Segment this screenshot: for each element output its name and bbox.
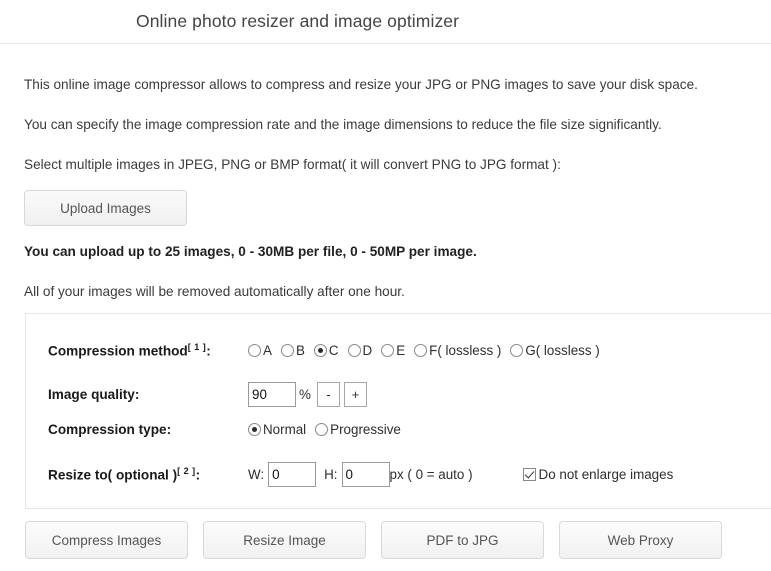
compression-method-colon: :	[206, 343, 211, 359]
radio-circle-icon[interactable]	[248, 343, 261, 357]
radio-label: D	[362, 342, 373, 358]
pdf-to-jpg-button[interactable]: PDF to JPG	[381, 521, 544, 559]
radio-label: A	[263, 342, 272, 358]
radio-circle-icon[interactable]	[315, 423, 329, 436]
resize-to-label: Resize to( optional )[ 2 ]:	[48, 466, 248, 483]
image-quality-label: Image quality:	[48, 387, 140, 402]
resize-unit-note: px ( 0 = auto )	[389, 467, 473, 482]
do-not-enlarge-checkbox-wrap[interactable]: Do not enlarge images	[522, 467, 674, 482]
radio-circle-selected-icon[interactable]	[248, 423, 261, 436]
radio-circle-icon[interactable]	[280, 343, 294, 357]
resize-width-input[interactable]	[268, 462, 317, 487]
intro-line-3: Select multiple images in JPEG, PNG or B…	[24, 157, 561, 172]
do-not-enlarge-label: Do not enlarge images	[538, 467, 674, 482]
radio-label: G( lossless )	[525, 342, 600, 358]
compression-method-row: Compression method[ 1 ]: A B C D E F( lo…	[48, 342, 609, 359]
radio-label: C	[328, 342, 339, 358]
radio-label: B	[295, 342, 305, 358]
radio-option-method-c[interactable]: C	[313, 342, 339, 358]
radio-label: Progressive	[330, 422, 401, 437]
percent-unit-label: %	[299, 387, 311, 402]
radio-option-type-progressive[interactable]: Progressive	[315, 422, 401, 437]
radio-option-method-e[interactable]: E	[381, 343, 405, 358]
compression-method-label-text: Compression method	[48, 343, 188, 359]
radio-circle-icon[interactable]	[381, 343, 395, 357]
radio-circle-icon[interactable]	[347, 343, 361, 357]
compression-method-footnote[interactable]: [ 1 ]	[188, 342, 207, 352]
compression-type-row: Compression type: Normal Progressive	[48, 422, 410, 437]
radio-label: F( lossless )	[429, 342, 502, 358]
radio-label: Normal	[263, 422, 307, 437]
resize-to-label-text: Resize to( optional )	[48, 467, 178, 483]
compression-method-label: Compression method[ 1 ]:	[48, 342, 248, 359]
image-quality-row: Image quality: % - +	[48, 382, 371, 407]
radio-circle-selected-icon[interactable]	[313, 343, 327, 357]
compress-images-button[interactable]: Compress Images	[25, 521, 188, 559]
footer-button-bar: Compress Images Resize Image PDF to JPG …	[25, 521, 722, 559]
radio-option-method-g[interactable]: G( lossless )	[510, 342, 600, 358]
intro-line-2: You can specify the image compression ra…	[24, 117, 662, 132]
compression-type-label: Compression type:	[48, 422, 172, 437]
radio-label: E	[396, 342, 406, 358]
radio-circle-icon[interactable]	[510, 343, 524, 357]
upload-limits-text: You can upload up to 25 images, 0 - 30MB…	[24, 244, 477, 259]
upload-images-button[interactable]: Upload Images	[24, 190, 187, 226]
resize-to-colon: :	[195, 467, 201, 483]
radio-circle-icon[interactable]	[414, 343, 428, 357]
radio-option-method-d[interactable]: D	[347, 342, 373, 358]
options-panel: Compression method[ 1 ]: A B C D E F( lo…	[25, 313, 771, 509]
radio-option-method-b[interactable]: B	[280, 342, 305, 358]
page-header: Online photo resizer and image optimizer	[0, 0, 771, 44]
intro-line-1: This online image compressor allows to c…	[24, 77, 698, 92]
web-proxy-button[interactable]: Web Proxy	[559, 521, 722, 559]
checkbox-checked-icon[interactable]	[522, 468, 536, 481]
radio-option-method-a[interactable]: A	[248, 343, 272, 358]
width-prefix-label: W:	[248, 467, 265, 482]
page-title: Online photo resizer and image optimizer	[136, 11, 460, 31]
retention-notice-text: All of your images will be removed autom…	[24, 284, 405, 299]
image-quality-input[interactable]	[248, 382, 296, 407]
quality-increment-button[interactable]: +	[343, 382, 367, 407]
radio-option-method-f[interactable]: F( lossless )	[414, 343, 501, 358]
resize-height-input[interactable]	[341, 462, 390, 487]
height-prefix-label: H:	[324, 467, 338, 482]
resize-image-button[interactable]: Resize Image	[203, 521, 366, 559]
quality-decrement-button[interactable]: -	[316, 382, 340, 407]
resize-to-row: Resize to( optional )[ 2 ]: W: H: px ( 0…	[48, 462, 673, 487]
radio-option-type-normal[interactable]: Normal	[248, 422, 306, 437]
resize-to-footnote[interactable]: [ 2 ]	[177, 466, 196, 476]
